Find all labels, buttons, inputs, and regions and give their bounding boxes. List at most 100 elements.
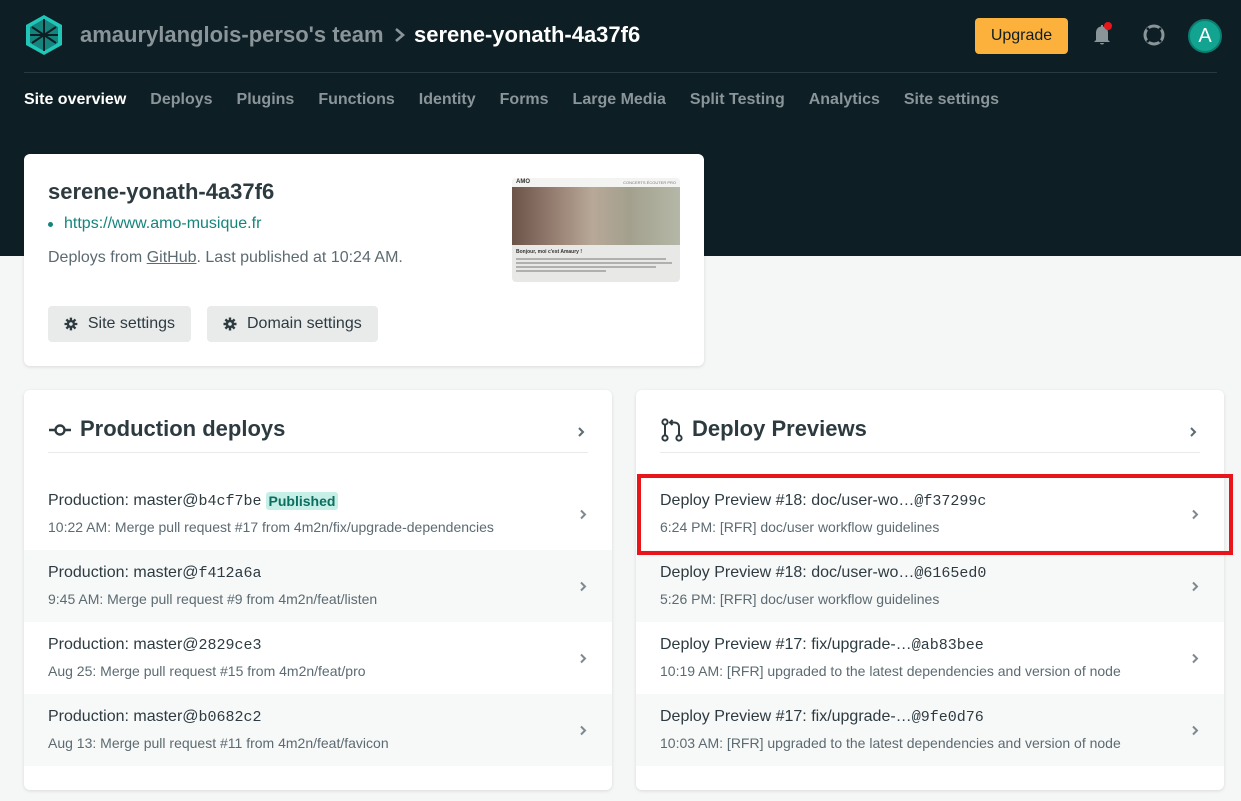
- site-overview-card: serene-yonath-4a37f6 https://www.amo-mus…: [24, 154, 704, 366]
- deploy-sha: f412a6a: [198, 564, 262, 582]
- deploy-previews-title: Deploy Previews: [692, 416, 867, 441]
- site-title: serene-yonath-4a37f6: [48, 179, 275, 204]
- deploy-message: Aug 25: Merge pull request #15 from 4m2n…: [48, 663, 366, 679]
- deploy-title: Deploy Preview #17: fix/upgrade-… @ab83be…: [660, 636, 984, 654]
- deploy-sha: b0682c2: [198, 708, 262, 726]
- tab-split-testing[interactable]: Split Testing: [690, 91, 785, 113]
- production-deploy-item[interactable]: Production: master@ f412a6a 9:45 AM: Merg…: [24, 550, 612, 622]
- deploy-info-prefix: Deploys from: [48, 249, 147, 266]
- site-settings-label: Site settings: [87, 315, 175, 332]
- tab-forms[interactable]: Forms: [500, 91, 549, 113]
- tab-deploys[interactable]: Deploys: [150, 91, 212, 113]
- netlify-logo-icon[interactable]: [24, 14, 64, 56]
- deploy-message: 10:03 AM: [RFR] upgraded to the latest d…: [660, 735, 1121, 751]
- deploy-sha: @ab83bee: [911, 636, 984, 654]
- thumbnail-text-line: [516, 270, 606, 272]
- deploy-branch: Production: master@: [48, 564, 199, 581]
- deploy-preview-list: Deploy Preview #18: doc/user-wo… @f37299c…: [636, 478, 1224, 766]
- deploy-preview-item[interactable]: Deploy Preview #17: fix/upgrade-… @9fe0d7…: [636, 694, 1224, 766]
- site-preview-thumbnail[interactable]: AMO CONCERTS ÉCOUTER PRO Bonjour, moi c'…: [512, 178, 680, 282]
- deploy-title: Production: master@ f412a6a: [48, 564, 262, 582]
- deploy-branch: Production: master@: [48, 492, 199, 509]
- deploy-title: Production: master@ b0682c2: [48, 708, 262, 726]
- deploy-title: Deploy Preview #18: doc/user-wo… @f37299c: [660, 492, 986, 510]
- production-deploy-item[interactable]: Production: master@ b0682c2 Aug 13: Merge…: [24, 694, 612, 766]
- deploy-sha: b4cf7be: [198, 492, 262, 510]
- deploy-title: Production: master@ 2829ce3: [48, 636, 262, 654]
- thumbnail-header: AMO CONCERTS ÉCOUTER PRO: [512, 178, 680, 187]
- chevron-right-icon: [580, 581, 587, 592]
- git-commit-icon: [49, 424, 71, 436]
- deploy-preview-item[interactable]: Deploy Preview #18: doc/user-wo… @6165ed0…: [636, 550, 1224, 622]
- deploy-branch: Production: master@: [48, 636, 199, 653]
- tab-plugins[interactable]: Plugins: [237, 91, 295, 113]
- gear-icon: [64, 317, 78, 331]
- thumbnail-text-line: [516, 258, 666, 260]
- deploy-source-info: Deploys from GitHub. Last published at 1…: [48, 249, 403, 267]
- deploy-sha: 2829ce3: [198, 636, 262, 654]
- deploy-title: Production: master@ b4cf7be Published: [48, 492, 339, 510]
- site-url-link[interactable]: https://www.amo-musique.fr: [64, 215, 261, 233]
- gear-icon: [223, 317, 237, 331]
- deploy-message: 6:24 PM: [RFR] doc/user workflow guideli…: [660, 519, 940, 535]
- chevron-right-icon: [1192, 653, 1199, 664]
- thumbnail-nav: CONCERTS ÉCOUTER PRO: [623, 180, 676, 185]
- github-link[interactable]: GitHub: [147, 249, 197, 266]
- chevron-right-icon: [578, 427, 585, 437]
- chevron-right-icon: [1190, 427, 1197, 437]
- tab-functions[interactable]: Functions: [318, 91, 394, 113]
- domain-settings-button[interactable]: Domain settings: [207, 306, 378, 342]
- deploy-title: Deploy Preview #17: fix/upgrade-… @9fe0d7…: [660, 708, 984, 726]
- chevron-right-icon: [580, 653, 587, 664]
- chevron-right-icon: [1192, 509, 1199, 520]
- tab-analytics[interactable]: Analytics: [809, 91, 880, 113]
- chevron-right-icon: [395, 28, 405, 42]
- site-name-breadcrumb[interactable]: serene-yonath-4a37f6: [414, 22, 640, 48]
- domain-settings-label: Domain settings: [247, 315, 362, 332]
- production-deploys-panel: Production deploys Production: master@ b4…: [24, 390, 612, 790]
- tab-site-settings[interactable]: Site settings: [904, 91, 999, 113]
- avatar[interactable]: A: [1188, 19, 1222, 53]
- deploy-info-suffix: . Last published at 10:24 AM.: [196, 249, 403, 266]
- upgrade-button[interactable]: Upgrade: [975, 18, 1068, 54]
- tab-large-media[interactable]: Large Media: [573, 91, 666, 113]
- production-deploys-header[interactable]: Production deploys: [48, 416, 588, 453]
- production-deploys-title: Production deploys: [80, 416, 286, 441]
- site-url-row: https://www.amo-musique.fr: [48, 215, 261, 233]
- team-link[interactable]: amaurylanglois-perso's team: [80, 22, 384, 48]
- production-deploy-list: Production: master@ b4cf7be Published 10:2…: [24, 478, 612, 766]
- status-badge: Published: [265, 492, 339, 510]
- thumbnail-logo: AMO: [516, 179, 530, 185]
- chevron-right-icon: [1192, 725, 1199, 736]
- chevron-right-icon: [580, 725, 587, 736]
- deploy-preview-item[interactable]: Deploy Preview #18: doc/user-wo… @f37299c…: [636, 478, 1224, 550]
- header: amaurylanglois-perso's team serene-yonat…: [24, 0, 1222, 73]
- tab-identity[interactable]: Identity: [419, 91, 476, 113]
- deploy-message: 10:22 AM: Merge pull request #17 from 4m…: [48, 519, 494, 535]
- deploy-title: Deploy Preview #18: doc/user-wo… @6165ed0: [660, 564, 986, 582]
- deploy-sha: @f37299c: [914, 492, 987, 510]
- deploy-message: Aug 13: Merge pull request #11 from 4m2n…: [48, 735, 389, 751]
- deploy-label: Deploy Preview #18: doc/user-wo…: [660, 564, 915, 581]
- deploy-previews-header[interactable]: Deploy Previews: [660, 416, 1200, 453]
- deploy-sha: @9fe0d76: [911, 708, 984, 726]
- chevron-right-icon: [580, 509, 587, 520]
- deploy-message: 10:19 AM: [RFR] upgraded to the latest d…: [660, 663, 1121, 679]
- git-pull-request-icon: [661, 418, 683, 442]
- tab-site-overview[interactable]: Site overview: [24, 91, 126, 113]
- deploy-message: 9:45 AM: Merge pull request #9 from 4m2n…: [48, 591, 378, 607]
- deploy-previews-panel: Deploy Previews Deploy Preview #18: doc/…: [636, 390, 1224, 790]
- production-deploy-item[interactable]: Production: master@ b4cf7be Published 10:2…: [24, 478, 612, 550]
- deploy-label: Deploy Preview #18: doc/user-wo…: [660, 492, 915, 509]
- thumbnail-heading: Bonjour, moi c'est Amaury !: [516, 249, 583, 255]
- lifebuoy-icon[interactable]: [1142, 23, 1166, 47]
- deploy-preview-item[interactable]: Deploy Preview #17: fix/upgrade-… @ab83be…: [636, 622, 1224, 694]
- deploy-label: Deploy Preview #17: fix/upgrade-…: [660, 636, 912, 653]
- site-settings-button[interactable]: Site settings: [48, 306, 191, 342]
- thumbnail-text-line: [516, 266, 656, 268]
- deploy-branch: Production: master@: [48, 708, 199, 725]
- deploy-sha: @6165ed0: [914, 564, 987, 582]
- deploy-message: 5:26 PM: [RFR] doc/user workflow guideli…: [660, 591, 940, 607]
- bell-icon[interactable]: [1090, 22, 1114, 48]
- production-deploy-item[interactable]: Production: master@ 2829ce3 Aug 25: Merge…: [24, 622, 612, 694]
